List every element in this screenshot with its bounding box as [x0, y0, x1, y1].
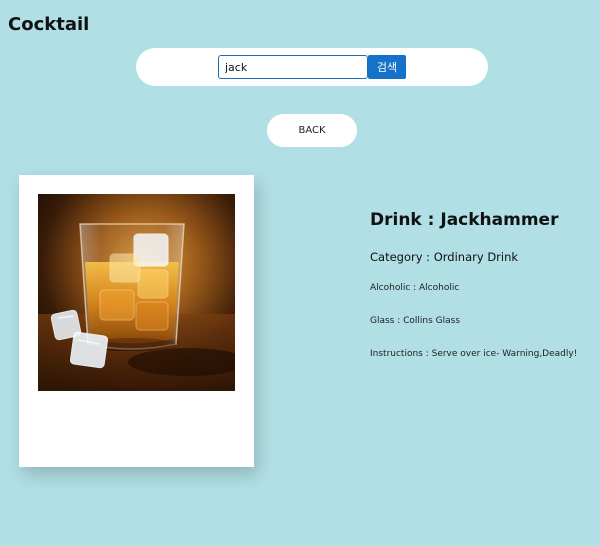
drink-alcoholic: Alcoholic : Alcoholic [370, 283, 460, 293]
drink-glass: Glass : Collins Glass [370, 316, 461, 326]
drink-image-card [19, 175, 254, 467]
drink-name: Drink : Jackhammer [370, 210, 559, 230]
back-button[interactable]: BACK [267, 114, 357, 147]
search-input[interactable] [218, 55, 368, 79]
app-title: Cocktail [8, 14, 90, 35]
drink-instructions: Instructions : Serve over ice- Warning,D… [370, 349, 578, 359]
search-button[interactable]: 검색 [368, 55, 406, 79]
search-bar: 검색 [136, 48, 488, 86]
drink-info-panel: Drink : Jackhammer Category : Ordinary D… [370, 210, 595, 359]
drink-category: Category : Ordinary Drink [370, 250, 519, 264]
drink-image [38, 194, 235, 391]
